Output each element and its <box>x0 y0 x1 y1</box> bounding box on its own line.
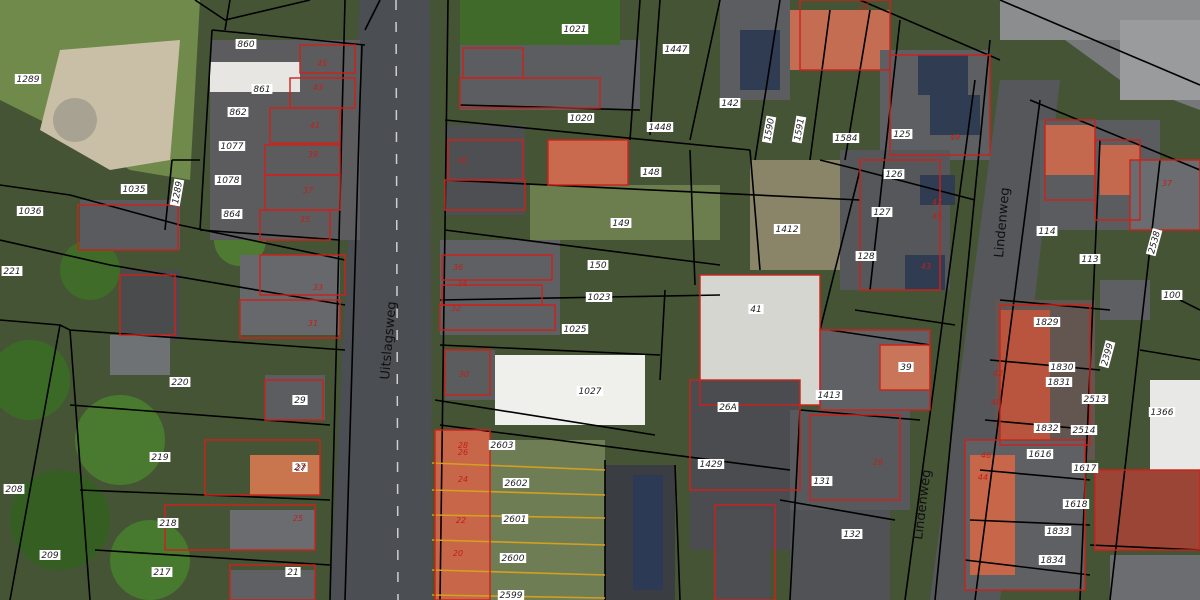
parcel-number-label: 1832 <box>1036 424 1059 434</box>
house-number-label: 30 <box>459 370 469 379</box>
parcel-number-label: 217 <box>153 568 170 578</box>
parcel-number-label: 862 <box>229 108 246 118</box>
parcel-number-label: 1027 <box>579 387 602 397</box>
house-number-label: 47 <box>932 198 943 207</box>
parcel-number-label: 1829 <box>1036 318 1059 328</box>
house-number-label: 43 <box>313 83 323 92</box>
parcel-number-label: 2599 <box>500 591 523 600</box>
parcel-number-label: 127 <box>873 208 890 218</box>
house-number-label: 31 <box>308 319 318 328</box>
house-number-label: 42 <box>993 369 1003 378</box>
house-number-label: 33 <box>313 283 323 292</box>
parcel-number-label: 1834 <box>1041 556 1064 566</box>
parcel-number-label: 220 <box>171 378 188 388</box>
parcel-number-label: 208 <box>5 485 22 495</box>
parcel-number-label: 2602 <box>505 479 528 489</box>
parcel-number-label: 1833 <box>1047 527 1070 537</box>
parcel-number-label: 1412 <box>776 225 799 235</box>
house-number-label: 29 <box>873 458 883 467</box>
parcel-number-label: 1447 <box>665 45 688 55</box>
parcel-number-label: 1289 <box>17 75 40 85</box>
parcel-number-label: 26A <box>719 403 737 413</box>
house-number-label: 37 <box>1162 179 1173 188</box>
parcel-number-label: 1584 <box>835 134 858 144</box>
house-number-label: 25 <box>293 514 303 523</box>
parcel-number-label: 128 <box>857 252 874 262</box>
parcel-number-label: 1830 <box>1051 363 1074 373</box>
parcel-number-label: 125 <box>893 130 910 140</box>
parcel-number-label: 113 <box>1081 255 1098 265</box>
parcel-number-label: 861 <box>253 85 270 95</box>
cadastral-map[interactable]: Uitslagsweg Lindenweg Lindenweg 1289 1036… <box>0 0 1200 600</box>
parcel-number-label: 860 <box>237 40 254 50</box>
parcel-number-label: 2601 <box>504 515 527 525</box>
parcel-number-label: 1036 <box>19 207 42 217</box>
house-number-label: 49 <box>950 133 960 142</box>
parcel-number-label: 142 <box>721 99 738 109</box>
house-number-label: 41 <box>310 121 320 130</box>
house-number-label: 39 <box>308 150 318 159</box>
house-number-label: 43 <box>921 262 931 271</box>
parcel-number-label: 2513 <box>1084 395 1107 405</box>
parcel-number-label: 41 <box>750 305 761 315</box>
parcel-number-label: 209 <box>41 551 58 561</box>
house-number-label: 36 <box>453 263 463 272</box>
map-canvas: Uitslagsweg Lindenweg Lindenweg 12891036… <box>0 0 1200 600</box>
parcel-number-label: 2600 <box>502 554 525 564</box>
house-number-label: 46 <box>981 451 991 460</box>
parcel-number-label: 864 <box>223 210 240 220</box>
parcel-number-label: 218 <box>159 519 176 529</box>
parcel-number-label: 126 <box>885 170 902 180</box>
house-number-label: 40 <box>991 398 1001 407</box>
parcel-number-label: 1078 <box>217 176 240 186</box>
house-number-label: 26 <box>859 2 869 11</box>
parcel-number-label: 1025 <box>564 325 587 335</box>
parcel-number-label: 100 <box>1163 291 1180 301</box>
parcel-number-label: 1429 <box>700 460 723 470</box>
parcel-number-label: 131 <box>813 477 830 487</box>
parcel-number-label: 149 <box>612 219 629 229</box>
house-number-label: 44 <box>978 473 988 482</box>
house-number-label: 38 <box>457 156 467 165</box>
house-number-label: 45 <box>317 59 327 68</box>
house-number-label: 45 <box>932 212 942 221</box>
house-number-label: 26 <box>458 448 468 457</box>
house-number-label: 27 <box>296 464 307 473</box>
parcel-number-label: 1021 <box>564 25 587 35</box>
parcel-number-label: 1035 <box>123 185 146 195</box>
parcel-number-label: 1616 <box>1029 450 1052 460</box>
parcel-number-label: 148 <box>642 168 659 178</box>
parcel-number-label: 39 <box>900 363 912 373</box>
parcel-number-label: 219 <box>151 453 168 463</box>
house-number-label: 34 <box>457 279 467 288</box>
house-number-label: 20 <box>453 549 463 558</box>
parcel-number-label: 1020 <box>570 114 593 124</box>
parcel-number-label: 1413 <box>818 391 841 401</box>
parcel-number-label: 221 <box>3 267 20 277</box>
parcel-number-label: 2603 <box>491 441 514 451</box>
parcel-number-label: 1077 <box>221 142 244 152</box>
parcel-number-label: 1023 <box>588 293 611 303</box>
parcel-number-label: 1618 <box>1065 500 1088 510</box>
parcel-number-label: 1448 <box>649 123 672 133</box>
parcel-number-label: 150 <box>589 261 606 271</box>
parcel-number-label: 132 <box>843 530 860 540</box>
parcel-number-label: 29 <box>294 396 306 406</box>
house-number-label: 37 <box>303 186 314 195</box>
house-number-label: 22 <box>456 516 466 525</box>
house-number-label: 24 <box>458 475 468 484</box>
parcel-number-label: 1831 <box>1048 378 1071 388</box>
house-number-label: 35 <box>300 215 310 224</box>
parcel-number-label: 1366 <box>1151 408 1174 418</box>
parcel-number-label: 114 <box>1038 227 1055 237</box>
parcel-number-label: 21 <box>287 568 298 578</box>
house-number-label: 32 <box>451 304 461 313</box>
parcel-number-label: 2514 <box>1073 426 1096 436</box>
parcel-number-label: 1617 <box>1074 464 1097 474</box>
